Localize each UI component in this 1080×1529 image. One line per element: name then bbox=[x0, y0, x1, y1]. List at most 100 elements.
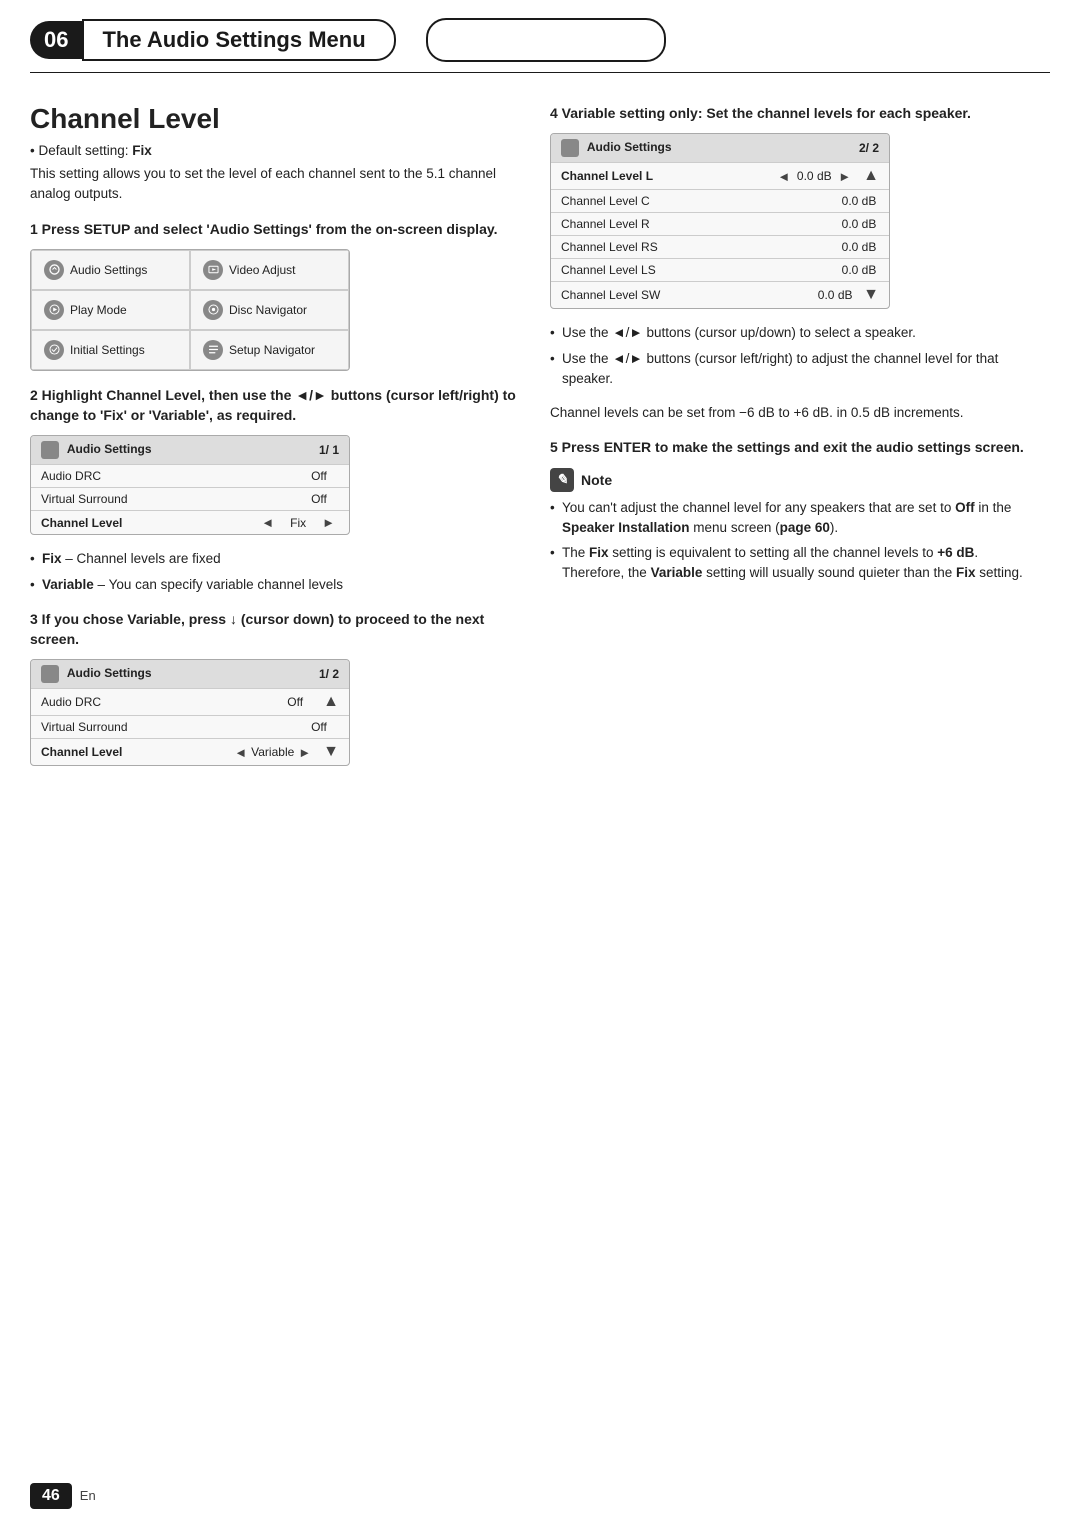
cl-sw-value: 0.0 dB bbox=[815, 288, 855, 302]
cl-ls-label: Channel Level LS bbox=[561, 263, 839, 277]
settings-table-3-title-wrapper: Audio Settings bbox=[561, 139, 672, 157]
cl-rs-label: Channel Level RS bbox=[561, 240, 839, 254]
settings-table-2: Audio Settings 1/ 2 Audio DRC Off ▲ Virt… bbox=[30, 659, 350, 766]
chapter-title: The Audio Settings Menu bbox=[102, 27, 365, 52]
menu-item-initial-settings-label: Initial Settings bbox=[70, 343, 145, 357]
disc-navigator-icon bbox=[203, 300, 223, 320]
channel-level-value: Fix bbox=[278, 516, 318, 530]
t2-virtual-surround-value: Off bbox=[299, 720, 339, 734]
t2-arrow-down: ▼ bbox=[323, 743, 339, 761]
cl-l-arrow-left: ◄ bbox=[777, 169, 790, 184]
chapter-title-box: The Audio Settings Menu bbox=[82, 19, 395, 61]
cl-rs-value: 0.0 dB bbox=[839, 240, 879, 254]
virtual-surround-value: Off bbox=[299, 492, 339, 506]
step3-heading: 3 If you chose Variable, press ↓ (cursor… bbox=[30, 609, 520, 650]
menu-screenshot-1: Audio Settings Video Adjust Play Mode bbox=[30, 249, 350, 371]
t2-channel-level-value: Variable bbox=[251, 745, 294, 759]
settings-table-2-page: 1/ 2 bbox=[319, 667, 339, 681]
fix-variable-list: Fix – Channel levels are fixed Variable … bbox=[30, 549, 520, 595]
chapter-number: 06 bbox=[30, 21, 82, 59]
menu-grid: Audio Settings Video Adjust Play Mode bbox=[31, 250, 349, 370]
menu-item-audio-settings-label: Audio Settings bbox=[70, 263, 147, 277]
table2-row-channel-level: Channel Level ◄ Variable ► ▼ bbox=[31, 738, 349, 765]
settings-table-3: Audio Settings 2/ 2 Channel Level L ◄ 0.… bbox=[550, 133, 890, 309]
settings-table-3-page: 2/ 2 bbox=[859, 141, 879, 155]
default-setting-label: Default setting: bbox=[38, 143, 132, 158]
note-title: Note bbox=[581, 472, 612, 488]
table3-row-cl-ls: Channel Level LS 0.0 dB bbox=[551, 258, 889, 281]
menu-item-video-adjust: Video Adjust bbox=[190, 250, 349, 290]
settings-table-3-header: Audio Settings 2/ 2 bbox=[551, 134, 889, 162]
variable-description: Variable – You can specify variable chan… bbox=[30, 575, 520, 595]
video-adjust-icon bbox=[203, 260, 223, 280]
cl-sw-arrow-down: ▼ bbox=[863, 286, 879, 304]
cl-r-label: Channel Level R bbox=[561, 217, 839, 231]
initial-settings-icon bbox=[44, 340, 64, 360]
main-content: Channel Level Default setting: Fix This … bbox=[0, 73, 1080, 800]
table3-row-cl-sw: Channel Level SW 0.0 dB ▼ bbox=[551, 281, 889, 308]
settings-table-2-title-wrapper: Audio Settings bbox=[41, 665, 152, 683]
header-right-decoration bbox=[426, 18, 666, 62]
t2-audio-drc-value: Off bbox=[275, 695, 315, 709]
step5-heading: 5 Press ENTER to make the settings and e… bbox=[550, 437, 1040, 457]
menu-item-play-mode: Play Mode bbox=[31, 290, 190, 330]
table3-row-cl-l: Channel Level L ◄ 0.0 dB ► ▲ bbox=[551, 162, 889, 189]
menu-item-disc-navigator-label: Disc Navigator bbox=[229, 303, 307, 317]
table1-row-virtual-surround: Virtual Surround Off bbox=[31, 487, 349, 510]
t2-channel-level-label: Channel Level bbox=[41, 745, 230, 759]
table1-row-channel-level: Channel Level ◄ Fix ► bbox=[31, 510, 349, 534]
menu-item-play-mode-label: Play Mode bbox=[70, 303, 127, 317]
settings-table-1: Audio Settings 1/ 1 Audio DRC Off Virtua… bbox=[30, 435, 350, 535]
step4-bullet-list: Use the ◄/► buttons (cursor up/down) to … bbox=[550, 323, 1040, 389]
cl-ls-value: 0.0 dB bbox=[839, 263, 879, 277]
menu-item-disc-navigator: Disc Navigator bbox=[190, 290, 349, 330]
channel-level-arrow-right: ► bbox=[322, 515, 335, 530]
default-setting-value: Fix bbox=[132, 143, 152, 158]
step1-heading: 1 Press SETUP and select 'Audio Settings… bbox=[30, 219, 520, 239]
step4-bullet-2: Use the ◄/► buttons (cursor left/right) … bbox=[550, 349, 1040, 390]
step4-heading: 4 Variable setting only: Set the channel… bbox=[550, 103, 1040, 123]
note-icon: ✎ bbox=[550, 468, 574, 492]
settings-table-2-header: Audio Settings 1/ 2 bbox=[31, 660, 349, 688]
table2-row-virtual-surround: Virtual Surround Off bbox=[31, 715, 349, 738]
note-box: ✎ Note You can't adjust the channel leve… bbox=[550, 468, 1040, 584]
page-header: 06 The Audio Settings Menu bbox=[0, 0, 1080, 72]
menu-item-setup-navigator: Setup Navigator bbox=[190, 330, 349, 370]
channel-range-text: Channel levels can be set from −6 dB to … bbox=[550, 403, 1040, 423]
channel-level-arrow-left: ◄ bbox=[261, 515, 274, 530]
t2-virtual-surround-label: Virtual Surround bbox=[41, 720, 299, 734]
variable-label: Variable bbox=[42, 577, 94, 592]
play-mode-icon bbox=[44, 300, 64, 320]
settings-table-1-page: 1/ 1 bbox=[319, 443, 339, 457]
virtual-surround-label: Virtual Surround bbox=[41, 492, 299, 506]
left-column: Channel Level Default setting: Fix This … bbox=[30, 103, 520, 780]
menu-item-setup-navigator-label: Setup Navigator bbox=[229, 343, 315, 357]
variable-desc: – You can specify variable channel level… bbox=[94, 577, 343, 592]
table2-row-audio-drc: Audio DRC Off ▲ bbox=[31, 688, 349, 715]
cl-c-label: Channel Level C bbox=[561, 194, 839, 208]
audio-drc-label: Audio DRC bbox=[41, 469, 299, 483]
right-column: 4 Variable setting only: Set the channel… bbox=[550, 103, 1040, 780]
note-bullet-1: You can't adjust the channel level for a… bbox=[550, 498, 1040, 539]
settings-table-1-header: Audio Settings 1/ 1 bbox=[31, 436, 349, 464]
cl-l-value: 0.0 dB bbox=[794, 169, 834, 183]
menu-item-video-adjust-label: Video Adjust bbox=[229, 263, 296, 277]
table1-row-audio-drc: Audio DRC Off bbox=[31, 464, 349, 487]
cl-r-value: 0.0 dB bbox=[839, 217, 879, 231]
page-footer: 46 En bbox=[30, 1483, 96, 1509]
menu-item-initial-settings: Initial Settings bbox=[31, 330, 190, 370]
section-title: Channel Level bbox=[30, 103, 520, 135]
fix-description: Fix – Channel levels are fixed bbox=[30, 549, 520, 569]
table3-row-cl-r: Channel Level R 0.0 dB bbox=[551, 212, 889, 235]
default-setting-line: Default setting: Fix bbox=[30, 143, 520, 158]
note-header: ✎ Note bbox=[550, 468, 1040, 492]
step4-bullet-1: Use the ◄/► buttons (cursor up/down) to … bbox=[550, 323, 1040, 343]
setup-navigator-icon bbox=[203, 340, 223, 360]
t2-arrow-up: ▲ bbox=[323, 693, 339, 711]
page-number: 46 bbox=[30, 1483, 72, 1509]
note-bullets: You can't adjust the channel level for a… bbox=[550, 498, 1040, 584]
cl-l-label: Channel Level L bbox=[561, 169, 773, 183]
t2-arrow-right: ► bbox=[298, 745, 311, 760]
settings-table-1-title: Audio Settings bbox=[41, 441, 152, 459]
table3-row-cl-rs: Channel Level RS 0.0 dB bbox=[551, 235, 889, 258]
